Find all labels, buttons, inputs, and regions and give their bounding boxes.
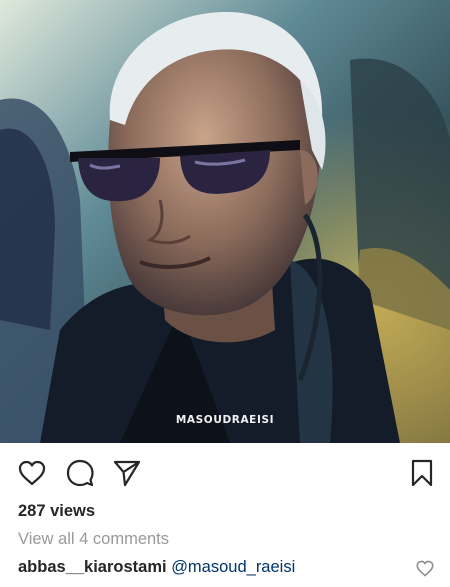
view-count: 287 views [18, 502, 96, 520]
like-button[interactable] [16, 457, 48, 489]
post-image[interactable]: MASOUDRAEISI [0, 0, 450, 443]
caption-mention[interactable]: @masoud_raeisi [171, 558, 295, 576]
post-action-bar [0, 443, 450, 503]
post-caption: abbas__kiarostami @masoud_raeisi [18, 558, 295, 577]
comment-button[interactable] [64, 457, 96, 489]
portrait-illustration [0, 0, 450, 443]
caption-username[interactable]: abbas__kiarostami [18, 558, 167, 576]
comment-bubble-icon [66, 459, 94, 487]
watermark-text: MASOUDRAEISI [175, 414, 275, 426]
paper-plane-icon [113, 460, 141, 487]
caption-like-button[interactable] [416, 560, 434, 578]
save-button[interactable] [406, 457, 438, 489]
view-comments-link[interactable]: View all 4 comments [18, 530, 169, 549]
share-button[interactable] [111, 457, 143, 489]
heart-icon [18, 460, 46, 486]
small-heart-icon [416, 560, 434, 577]
bookmark-icon [411, 459, 433, 487]
